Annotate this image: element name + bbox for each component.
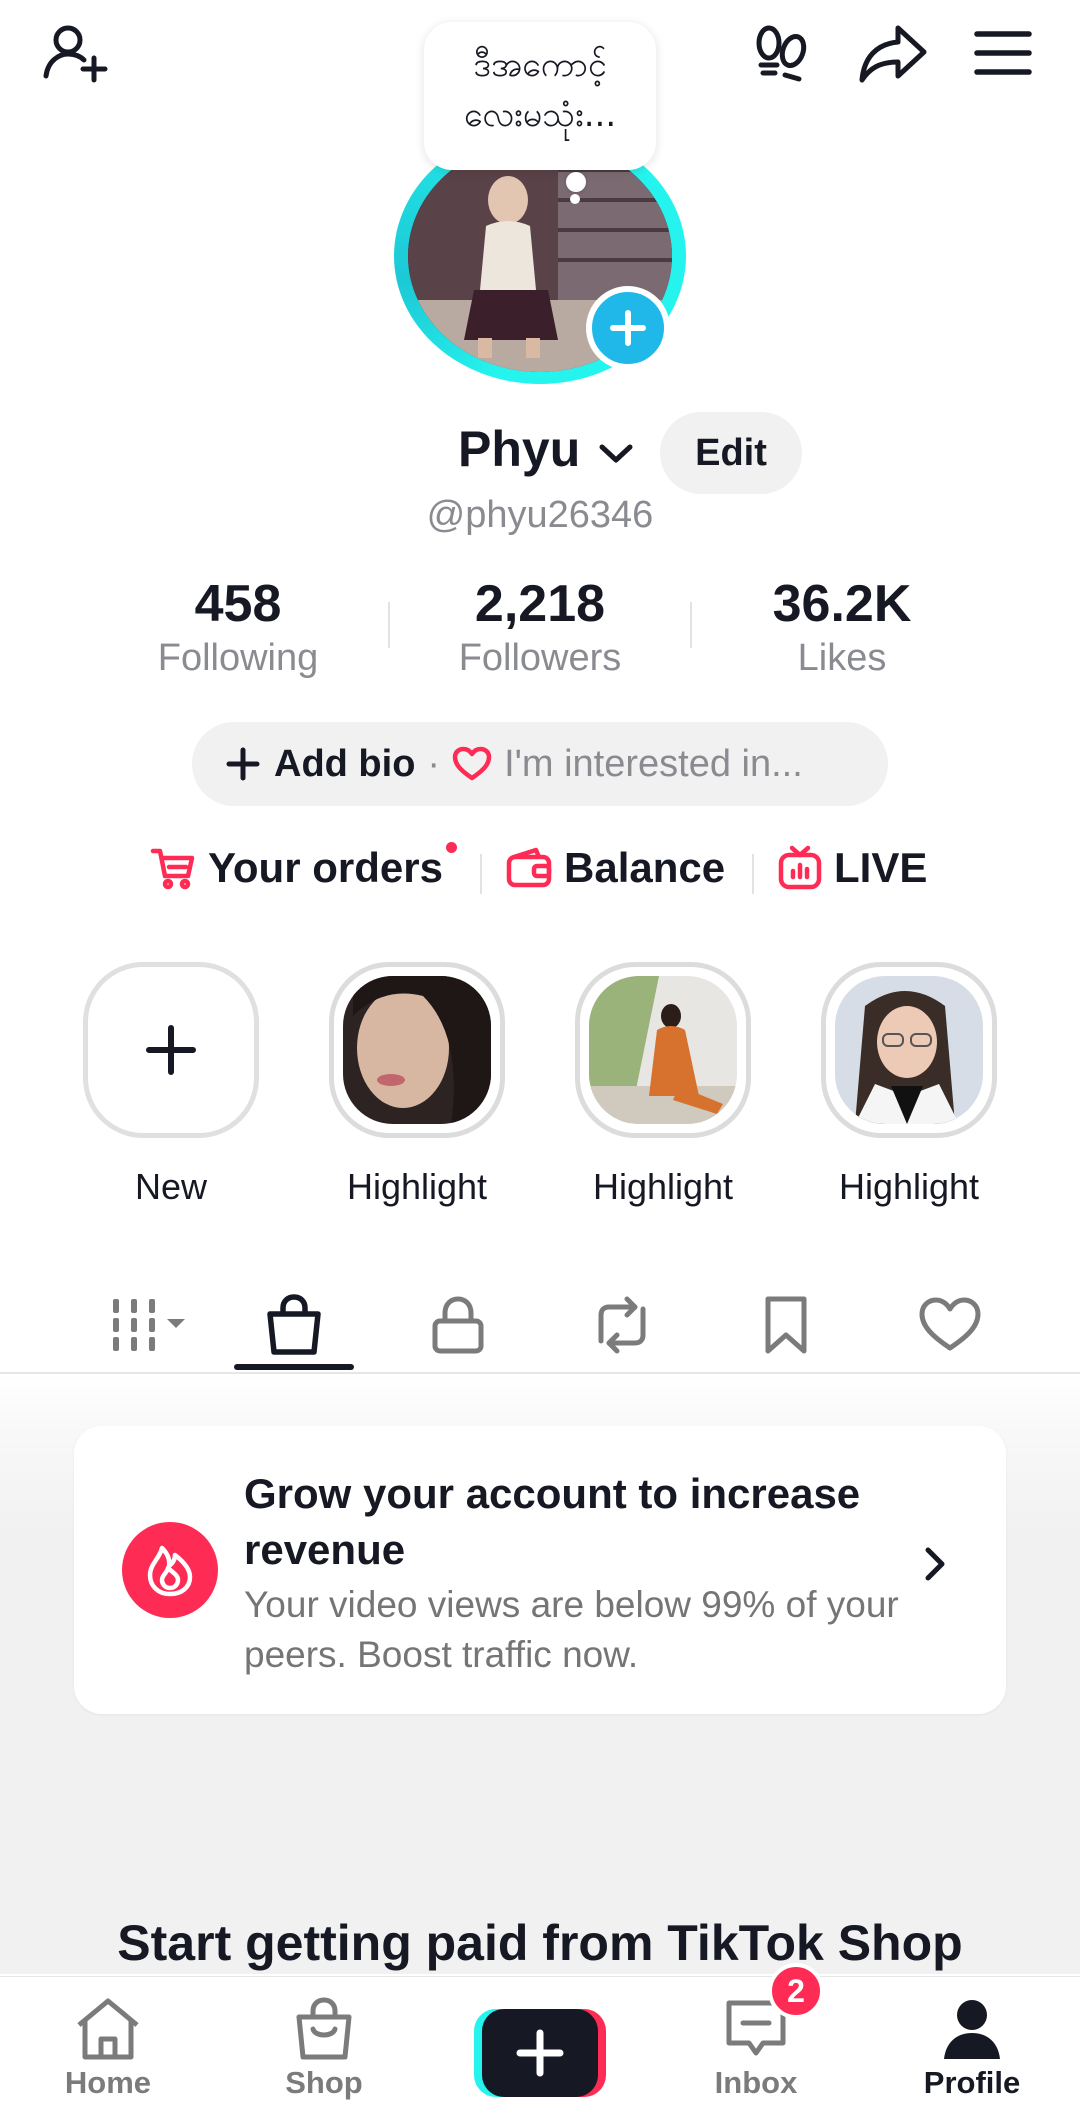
separator-dot: · xyxy=(427,742,441,785)
highlight-thumbnail xyxy=(835,976,983,1124)
highlight-label: New xyxy=(134,1166,208,1207)
share-icon[interactable] xyxy=(858,18,928,88)
quick-links-row: Your orders Balance LIVE xyxy=(0,842,1080,900)
balance-link[interactable]: Balance xyxy=(506,844,725,892)
home-icon xyxy=(77,1998,139,2060)
note-line-2: လေးမသုံး... xyxy=(463,95,617,135)
chevron-down-icon xyxy=(599,444,633,463)
chevron-right-icon xyxy=(920,1544,950,1584)
profile-note-bubble[interactable]: ဒီအကောင့် လေးမသုံး... xyxy=(424,22,656,170)
highlight-frame xyxy=(575,962,751,1138)
highlight-label: Highlight xyxy=(838,1166,980,1207)
highlight-item[interactable]: Highlight xyxy=(573,962,753,1208)
create-button[interactable] xyxy=(474,2009,606,2097)
tab-shop[interactable] xyxy=(244,1280,344,1370)
highlight-thumbnail xyxy=(589,976,737,1124)
highlight-item[interactable]: Highlight xyxy=(327,962,507,1208)
divider xyxy=(388,602,390,648)
wallet-icon xyxy=(506,847,552,888)
repost-icon xyxy=(598,1296,646,1354)
heart-outline-icon xyxy=(452,746,492,781)
heart-icon xyxy=(919,1297,981,1351)
tab-private[interactable] xyxy=(408,1280,508,1370)
divider xyxy=(752,854,754,894)
edit-profile-button[interactable]: Edit xyxy=(660,412,802,494)
stat-likes[interactable]: 36.2K Likes xyxy=(722,574,962,682)
nav-shop[interactable]: Shop xyxy=(244,1997,404,2101)
highlight-item[interactable]: Highlight xyxy=(819,962,999,1208)
nav-home[interactable]: Home xyxy=(28,1997,188,2101)
shopping-bag-icon xyxy=(267,1294,321,1355)
profile-name: Phyu xyxy=(458,421,581,477)
stat-value: 36.2K xyxy=(772,575,912,633)
note-tail xyxy=(566,172,586,192)
bottom-navigation: Home Shop Inbox 2 Profile xyxy=(0,1963,1080,2109)
promo-subtitle: Your video views are below 99% of your p… xyxy=(244,1584,899,1675)
shop-section-heading: Start getting paid from TikTok Shop xyxy=(117,1915,963,1971)
grow-account-card[interactable]: Grow your account to increase revenue Yo… xyxy=(74,1426,1006,1714)
balance-label: Balance xyxy=(564,844,726,891)
stat-label: Likes xyxy=(797,637,887,679)
live-tv-icon xyxy=(778,845,822,890)
divider xyxy=(480,854,482,894)
lock-icon xyxy=(432,1296,484,1354)
stat-label: Followers xyxy=(458,637,622,679)
live-label: LIVE xyxy=(834,844,928,891)
highlight-new[interactable]: New xyxy=(81,962,261,1208)
nav-home-label: Home xyxy=(64,2065,152,2100)
stat-label: Following xyxy=(157,637,319,679)
plus-icon xyxy=(226,747,260,781)
grid-icon xyxy=(113,1299,185,1351)
stat-value: 2,218 xyxy=(474,575,606,633)
menu-icon[interactable] xyxy=(968,18,1038,88)
tab-reposts[interactable] xyxy=(572,1280,672,1370)
nav-profile-label: Profile xyxy=(923,2065,1021,2100)
highlight-frame xyxy=(821,962,997,1138)
highlight-new-frame xyxy=(83,962,259,1138)
your-orders-label: Your orders xyxy=(208,844,443,891)
highlight-thumbnail xyxy=(343,976,491,1124)
tab-liked[interactable] xyxy=(900,1280,1000,1370)
add-bio-label[interactable]: Add bio xyxy=(274,743,415,786)
note-tail-small xyxy=(570,194,580,204)
interests-label[interactable]: I'm interested in... xyxy=(504,743,803,786)
nav-inbox-label: Inbox xyxy=(714,2065,798,2100)
bookmark-icon xyxy=(765,1296,807,1354)
highlight-frame xyxy=(329,962,505,1138)
profile-name-switcher[interactable]: Phyu xyxy=(458,420,634,478)
flame-icon xyxy=(122,1522,218,1618)
add-story-button[interactable] xyxy=(586,286,670,370)
stat-value: 458 xyxy=(194,575,282,633)
orders-notification-dot xyxy=(446,842,457,853)
shopping-bag-icon xyxy=(296,1997,352,2060)
stat-followers[interactable]: 2,218 Followers xyxy=(420,574,660,682)
active-tab-indicator xyxy=(234,1364,354,1370)
nav-profile[interactable]: Profile xyxy=(892,1997,1052,2101)
your-orders-link[interactable]: Your orders xyxy=(150,844,443,892)
promo-title: Grow your account to increase revenue xyxy=(244,1470,861,1573)
stat-following[interactable]: 458 Following xyxy=(118,574,358,682)
tab-videos[interactable] xyxy=(92,1280,202,1370)
inbox-badge: 2 xyxy=(768,1963,824,2019)
profile-handle: @phyu26346 xyxy=(426,494,654,536)
profile-icon xyxy=(944,2000,1000,2059)
nav-shop-label: Shop xyxy=(285,2065,363,2100)
add-friend-icon[interactable] xyxy=(40,18,110,88)
live-link[interactable]: LIVE xyxy=(778,844,927,892)
cart-icon xyxy=(150,848,195,890)
divider xyxy=(690,602,692,648)
footprints-icon[interactable] xyxy=(746,18,816,88)
plus-icon xyxy=(146,1025,196,1075)
bio-pill[interactable]: Add bio · I'm interested in... xyxy=(192,722,888,806)
tab-favorites[interactable] xyxy=(736,1280,836,1370)
content-tabs xyxy=(0,1270,1080,1374)
note-line-1: ဒီအကောင့် xyxy=(473,45,607,85)
highlight-label: Highlight xyxy=(346,1166,488,1207)
highlight-label: Highlight xyxy=(592,1166,734,1207)
